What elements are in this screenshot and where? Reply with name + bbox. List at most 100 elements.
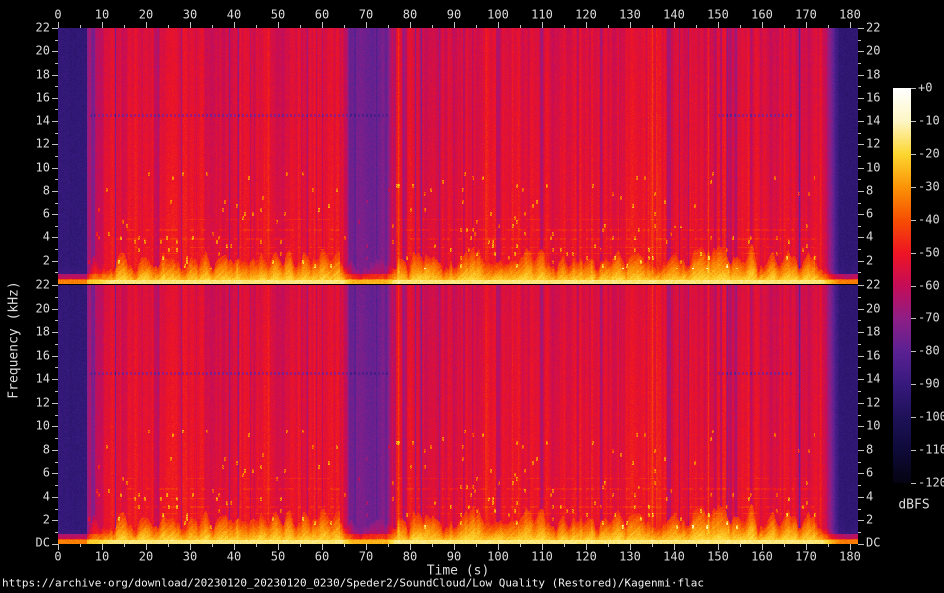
freq-tick-right [858,379,864,381]
freq-tick-label-right: 6 [866,465,874,480]
time-minor-tick-top [168,25,169,28]
colorbar-tick [911,285,916,287]
colorbar-tick-label: -60 [918,278,940,292]
freq-minor-tick-right [858,461,861,463]
freq-tick-label-right: 18 [866,324,881,339]
freq-tick-left [52,97,58,99]
time-minor-tick-bottom [344,544,345,547]
time-tick-label-bottom: 160 [751,549,773,564]
freq-tick-right [858,51,864,53]
freq-tick-left [52,121,58,123]
freq-tick-label-left: 8 [42,183,50,198]
freq-tick-label-right: 14 [866,113,881,128]
spectrogram-figure: 0 0 10 10 20 20 30 30 40 40 50 50 60 60 70 70 80 80 90 90 10… [0,0,944,593]
time-tick-label-top: 150 [707,7,729,22]
colorbar-tick-label: -40 [918,212,940,227]
time-minor-tick-bottom [80,544,81,547]
freq-minor-tick-right [858,109,861,111]
freq-tick-left [52,28,58,29]
time-tick-label-top: 110 [531,7,553,22]
freq-tick-label-left: 10 [35,160,50,175]
time-tick-top [542,22,543,28]
spectrogram-channel-2 [58,285,858,544]
time-tick-label-top: 90 [446,7,462,22]
freq-minor-tick-right [858,225,861,227]
colorbar-tick [911,219,916,221]
time-tick-top [410,22,411,28]
time-minor-tick-bottom [476,544,477,547]
time-tick-label-bottom: 50 [270,549,286,564]
freq-minor-tick-right [858,179,861,181]
time-tick-label-bottom: 110 [531,549,553,564]
freq-minor-tick-left [55,86,58,88]
time-tick-label-bottom: 40 [226,549,242,564]
freq-tick-right-dc [858,544,864,545]
time-tick-top [146,22,147,28]
time-tick-label-top: 130 [619,7,641,22]
freq-tick-left [52,51,58,53]
freq-tick-label-left: 16 [35,90,50,105]
freq-minor-tick-right [858,320,861,322]
freq-tick-right [858,121,864,123]
time-tick-top [102,22,103,28]
freq-minor-tick-right [858,343,861,345]
time-minor-tick-bottom [432,544,433,547]
time-tick-label-bottom: 60 [314,549,330,564]
time-tick-label-top: 100 [487,7,509,22]
time-tick-top [718,22,719,28]
freq-minor-tick-left [55,272,58,274]
colorbar-tick [911,417,916,419]
time-tick-top [366,22,367,28]
time-tick-label-bottom: 90 [446,549,462,564]
freq-tick-label-left: 8 [42,442,50,457]
freq-tick-left [52,426,58,428]
time-tick-label-bottom: 130 [619,549,641,564]
freq-tick-left [52,332,58,334]
freq-tick-label-left: 2 [42,253,50,268]
time-tick-top [498,22,499,28]
time-tick-top [674,22,675,28]
time-minor-tick-bottom [168,544,169,547]
colorbar-tick [911,351,916,353]
time-tick-label-bottom: 30 [182,549,198,564]
time-minor-tick-top [388,25,389,28]
freq-tick-left [52,308,58,310]
time-tick-label-top: 180 [839,7,861,22]
time-tick-label-top: 30 [182,7,198,22]
time-tick-label-bottom: 150 [707,549,729,564]
freq-tick-label-left: 12 [35,136,50,151]
freq-minor-tick-left [55,438,58,440]
colorbar-tick-label: -50 [918,245,940,260]
freq-minor-tick-left [55,320,58,322]
freq-tick-right [858,402,864,404]
time-tick-label-top: 10 [94,7,110,22]
time-tick-label-bottom: 10 [94,549,110,564]
freq-minor-tick-right [858,272,861,274]
time-minor-tick-bottom [828,544,829,547]
freq-tick-label-right: 8 [866,442,874,457]
freq-tick-left [52,285,58,286]
freq-tick-right [858,355,864,357]
freq-minor-tick-right [858,414,861,416]
time-tick-label-top: 50 [270,7,286,22]
time-minor-tick-top [212,25,213,28]
time-minor-tick-bottom [740,544,741,547]
time-tick-label-top: 70 [358,7,374,22]
freq-tick-label-left: 2 [42,512,50,527]
freq-tick-right [858,426,864,428]
time-minor-tick-top [696,25,697,28]
freq-tick-right [858,144,864,146]
time-tick-label-top: 140 [663,7,685,22]
colorbar-tick [911,318,916,320]
freq-minor-tick-right [858,438,861,440]
freq-minor-tick-left [55,62,58,64]
freq-tick-right [858,260,864,262]
freq-tick-label-left: 18 [35,324,50,339]
freq-tick-label-right: 20 [866,43,881,58]
colorbar-tick [911,186,916,188]
freq-tick-label-left: 4 [42,489,50,504]
freq-minor-tick-right [858,39,861,41]
freq-tick-label-right: 6 [866,206,874,221]
colorbar-tick-label: -90 [918,376,940,391]
time-tick-label-bottom: 70 [358,549,374,564]
